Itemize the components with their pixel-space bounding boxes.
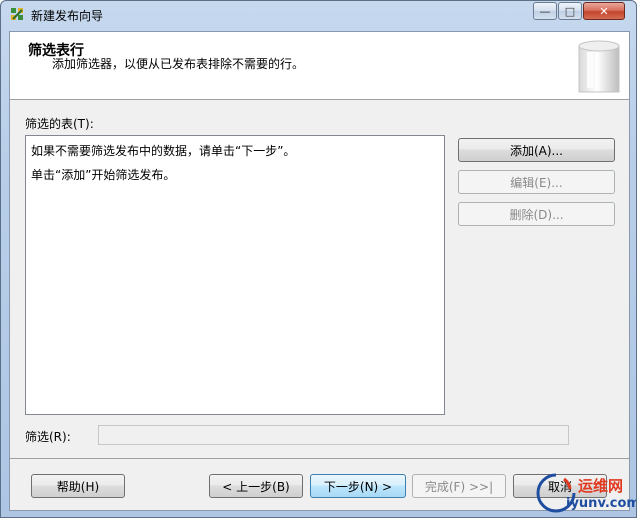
- page-subtitle: 添加筛选器，以便从已发布表排除不需要的行。: [52, 57, 305, 71]
- filter-statement-field[interactable]: [98, 425, 569, 445]
- filtered-tables-list[interactable]: 如果不需要筛选发布中的数据，请单击“下一步”。 单击“添加”开始筛选发布。: [25, 135, 445, 415]
- back-button[interactable]: < 上一步(B): [209, 474, 303, 498]
- wizard-header: 筛选表行 添加筛选器，以便从已发布表排除不需要的行。: [10, 32, 629, 100]
- site-watermark: 运维网 iyunv.com: [534, 469, 637, 517]
- wizard-window: 新建发布向导 — □ ✕ 筛选表行 添加筛选器，以便从已发布表排除不需要的行。: [0, 0, 637, 518]
- edit-filter-button[interactable]: 编辑(E)...: [458, 170, 615, 194]
- wizard-client-area: 筛选表行 添加筛选器，以便从已发布表排除不需要的行。 筛选的表(T): 如果不需…: [9, 31, 630, 511]
- list-item: 如果不需要筛选发布中的数据，请单击“下一步”。: [31, 144, 296, 158]
- finish-button[interactable]: 完成(F) >>|: [412, 474, 506, 498]
- filter-label: 筛选(R):: [25, 430, 71, 444]
- database-cylinder-icon: [578, 40, 620, 93]
- next-button[interactable]: 下一步(N) >: [310, 474, 406, 498]
- list-item: 单击“添加”开始筛选发布。: [31, 168, 176, 182]
- wizard-app-icon: [11, 8, 23, 20]
- help-button[interactable]: 帮助(H): [31, 474, 125, 498]
- close-button[interactable]: ✕: [583, 2, 625, 20]
- watermark-url: iyunv.com: [566, 496, 637, 511]
- title-bar[interactable]: 新建发布向导 — □ ✕: [1, 1, 636, 27]
- filtered-tables-label: 筛选的表(T):: [25, 117, 94, 131]
- window-title: 新建发布向导: [31, 9, 104, 23]
- minimize-button[interactable]: —: [533, 2, 557, 20]
- footer-divider: [10, 458, 629, 459]
- maximize-button[interactable]: □: [558, 2, 582, 20]
- delete-filter-button[interactable]: 删除(D)...: [458, 202, 615, 226]
- watermark-text: 运维网: [578, 477, 624, 495]
- add-filter-button[interactable]: 添加(A)...: [458, 138, 615, 162]
